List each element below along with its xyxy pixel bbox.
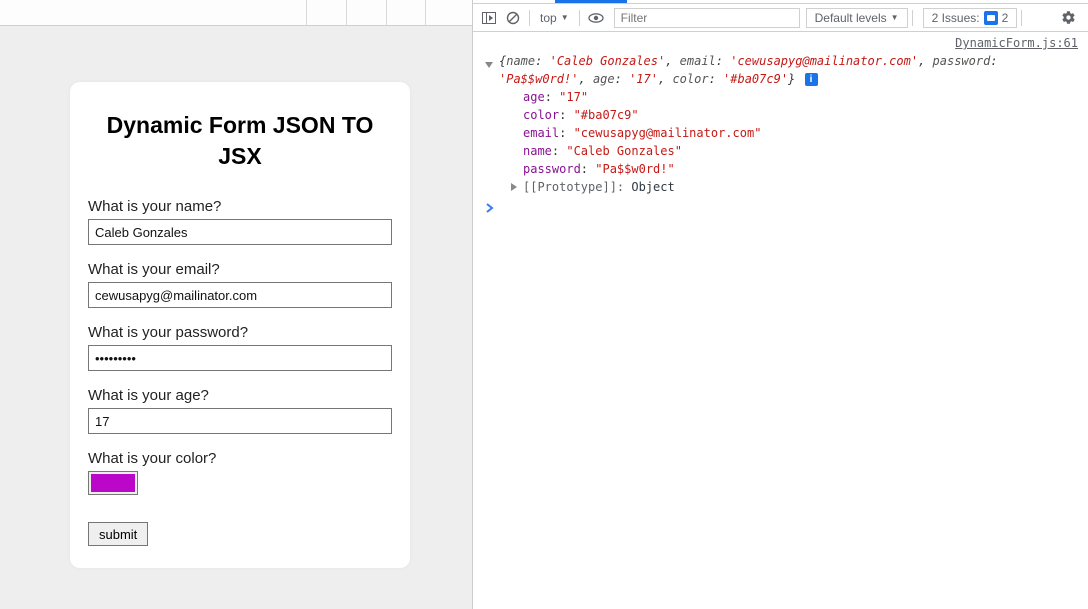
chevron-down-icon[interactable]: [485, 62, 493, 68]
form-card: Dynamic Form JSON TO JSX What is your na…: [70, 82, 410, 568]
toolbar-separator: [529, 10, 530, 26]
tab-strip-segment: [306, 0, 346, 25]
field-label: What is your password?: [88, 324, 392, 341]
levels-label: Default levels: [815, 11, 887, 25]
log-levels-dropdown[interactable]: Default levels ▼: [806, 8, 908, 28]
form-title: Dynamic Form JSON TO JSX: [88, 110, 392, 172]
console-property-row[interactable]: age: "17": [523, 88, 1082, 106]
console-object-properties: age: "17"color: "#ba07c9"email: "cewusap…: [479, 88, 1082, 178]
form-field-password: What is your password?: [88, 324, 392, 371]
tab-strip-segment: [386, 0, 426, 25]
toolbar-separator: [1021, 10, 1022, 26]
field-label: What is your color?: [88, 450, 392, 467]
form-field-age: What is your age?: [88, 387, 392, 434]
toolbar-separator: [912, 10, 913, 26]
email-input[interactable]: [88, 282, 392, 308]
console-property-row[interactable]: name: "Caleb Gonzales": [523, 142, 1082, 160]
field-label: What is your email?: [88, 261, 392, 278]
form-field-color: What is your color?: [88, 450, 392, 500]
issues-label: 2 Issues:: [932, 11, 980, 25]
field-label: What is your age?: [88, 387, 392, 404]
submit-button[interactable]: submit: [88, 522, 148, 546]
console-toolbar: top ▼ Default levels ▼ 2 Issues: 2: [473, 4, 1088, 32]
console-property-row[interactable]: password: "Pa$$w0rd!": [523, 160, 1082, 178]
password-input[interactable]: [88, 345, 392, 371]
devtools-pane: top ▼ Default levels ▼ 2 Issues: 2 Dynam…: [472, 0, 1088, 609]
console-prompt[interactable]: [479, 196, 1082, 218]
age-input[interactable]: [88, 408, 392, 434]
issues-count: 2: [1002, 11, 1009, 25]
context-label: top: [540, 11, 557, 25]
context-selector[interactable]: top ▼: [534, 11, 575, 25]
source-link[interactable]: DynamicForm.js:61: [955, 34, 1078, 52]
filter-input[interactable]: [614, 8, 800, 28]
active-tab-indicator: [555, 0, 627, 3]
form-field-email: What is your email?: [88, 261, 392, 308]
console-prototype-row[interactable]: [[Prototype]]: Object: [479, 178, 1082, 196]
console-property-row[interactable]: color: "#ba07c9": [523, 106, 1082, 124]
console-body: DynamicForm.js:61 {name: 'Caleb Gonzales…: [473, 32, 1088, 609]
name-input[interactable]: [88, 219, 392, 245]
tab-strip-segment: [346, 0, 386, 25]
live-expression-button[interactable]: [584, 8, 608, 28]
form-field-name: What is your name?: [88, 198, 392, 245]
clear-console-button[interactable]: [501, 8, 525, 28]
toggle-sidebar-button[interactable]: [477, 8, 501, 28]
gear-icon[interactable]: [1053, 8, 1084, 28]
chevron-down-icon: ▼: [891, 13, 899, 22]
issues-badge[interactable]: 2 Issues: 2: [923, 8, 1018, 28]
browser-tab-strip: [0, 0, 472, 26]
chevron-right-icon[interactable]: [511, 183, 517, 191]
console-property-row[interactable]: email: "cewusapyg@mailinator.com": [523, 124, 1082, 142]
console-object-summary[interactable]: {name: 'Caleb Gonzales', email: 'cewusap…: [479, 52, 1082, 88]
toolbar-separator: [579, 10, 580, 26]
field-label: What is your name?: [88, 198, 392, 215]
page-preview-pane: Dynamic Form JSON TO JSX What is your na…: [0, 0, 472, 609]
issue-type-icon: [984, 11, 998, 25]
chevron-down-icon: ▼: [561, 13, 569, 22]
color-swatch: [91, 474, 135, 492]
color-input[interactable]: [88, 471, 138, 495]
info-icon[interactable]: i: [805, 73, 818, 86]
